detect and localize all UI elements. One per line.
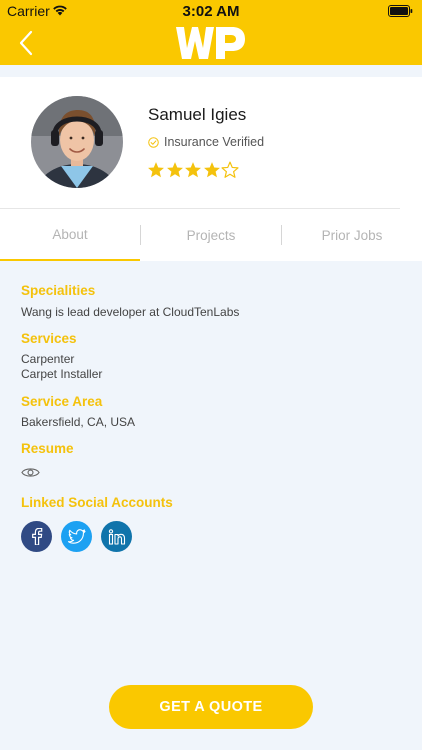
star-empty-icon: [221, 161, 239, 178]
resume-heading: Resume: [21, 441, 74, 456]
tab-projects[interactable]: Projects: [141, 209, 281, 261]
tab-about[interactable]: About: [0, 209, 140, 261]
status-time: 3:02 AM: [182, 3, 240, 20]
service-item: Carpenter: [21, 352, 75, 366]
star-filled-icon: [166, 162, 183, 178]
twitter-button[interactable]: [61, 521, 92, 552]
chevron-left-icon[interactable]: [16, 29, 40, 57]
facebook-icon: [31, 528, 42, 545]
verified-row: Insurance Verified: [148, 135, 264, 149]
verified-label: Insurance Verified: [164, 135, 265, 149]
linkedin-icon: [108, 528, 125, 545]
app-logo: [176, 27, 245, 59]
service-item: Carpet Installer: [21, 367, 103, 381]
social-heading: Linked Social Accounts: [21, 495, 173, 510]
profile-card: Samuel Igies Insurance Verified About Pr…: [0, 77, 422, 261]
linkedin-button[interactable]: [101, 521, 132, 552]
services-heading: Services: [21, 331, 77, 346]
service-area-text: Bakersfield, CA, USA: [21, 415, 136, 429]
rating-stars: [147, 161, 240, 179]
profile-tabs: About Projects Prior Jobs: [0, 209, 422, 261]
check-circle-icon: [148, 136, 159, 148]
star-filled-icon: [203, 162, 220, 178]
nav-bar: [0, 22, 422, 65]
star-filled-icon: [185, 162, 201, 178]
specialities-text: Wang is lead developer at CloudTenLabs: [21, 305, 240, 319]
get-quote-button[interactable]: GET A QUOTE: [109, 685, 313, 729]
profile-name: Samuel Igies: [148, 105, 247, 124]
avatar: [31, 96, 123, 188]
facebook-button[interactable]: [21, 521, 52, 552]
specialities-heading: Specialities: [21, 283, 96, 298]
star-filled-icon: [148, 162, 164, 178]
eye-icon[interactable]: [21, 466, 40, 479]
tab-prior-jobs[interactable]: Prior Jobs: [282, 209, 422, 261]
service-area-heading: Service Area: [21, 394, 103, 409]
battery-icon: [388, 5, 413, 17]
status-bar: Carrier 3:02 AM: [0, 0, 422, 22]
twitter-icon: [67, 529, 86, 544]
